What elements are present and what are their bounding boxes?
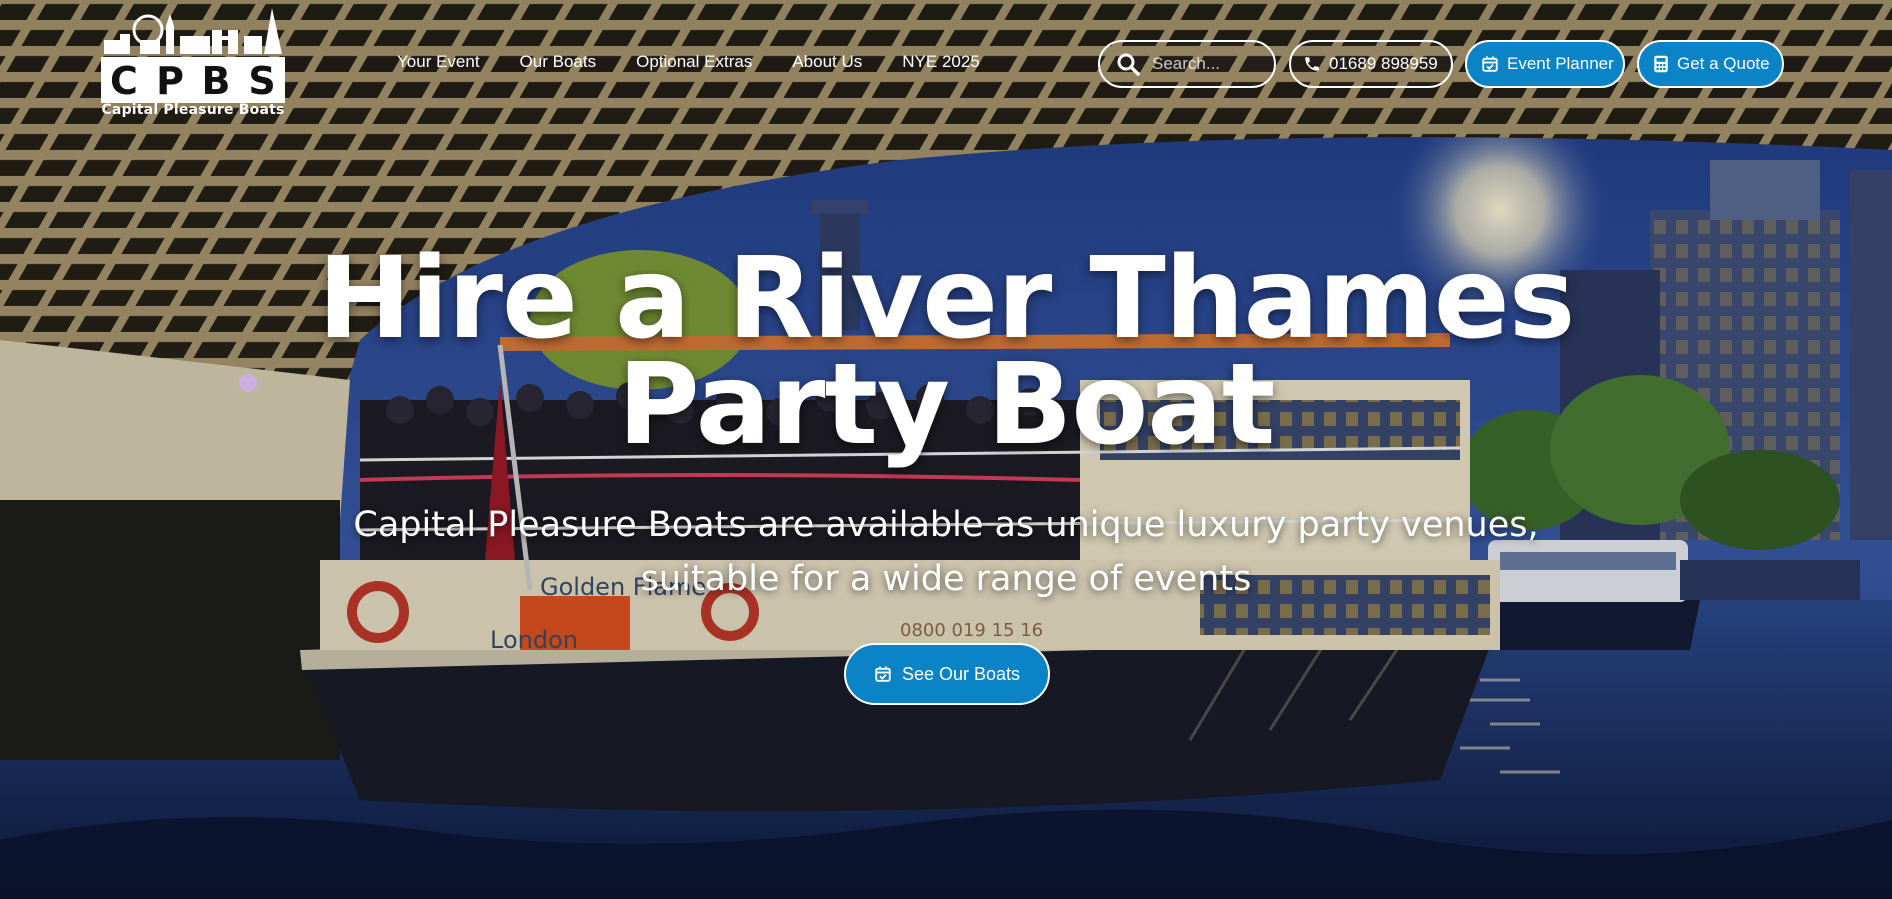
calculator-icon [1654,55,1668,73]
search-input[interactable] [1150,53,1264,75]
nav-item-our-boats[interactable]: Our Boats [520,52,597,72]
nav-item-nye-2025[interactable]: NYE 2025 [902,52,980,72]
logo-letter: C [110,59,138,103]
get-a-quote-label: Get a Quote [1677,54,1770,73]
hero-subtitle-line-2: suitable for a wide range of events [640,559,1252,599]
event-planner-label: Event Planner [1507,54,1614,73]
see-our-boats-label: See Our Boats [901,663,1021,684]
hero-headline-line-1: Hire a River Thames [317,234,1576,364]
logo-letter: P [156,59,184,103]
nav-item-optional-extras[interactable]: Optional Extras [636,52,752,72]
hero-headline-line-2: Party Boat [617,340,1276,470]
search-box[interactable] [1098,40,1276,88]
hero-section: Golden Flame London 0800 019 15 16 C P B… [0,0,1892,899]
search-icon [1117,53,1140,76]
main-nav: Your Event Our Boats Optional Extras Abo… [397,52,980,72]
hero-subtitle-line-1: Capital Pleasure Boats are available as … [353,505,1539,545]
site-logo[interactable]: C P B S Capital Pleasure Boats [100,6,286,128]
see-our-boats-button[interactable]: See Our Boats [844,643,1050,705]
phone-button[interactable]: 01689 898959 [1289,40,1453,88]
nav-item-your-event[interactable]: Your Event [397,52,480,72]
hero-subtitle: Capital Pleasure Boats are available as … [0,498,1892,606]
logo-letter: B [202,59,231,103]
logo-letter: S [248,59,275,103]
logo-skyline-icon: C P B S [101,8,285,103]
calendar-check-icon [1482,56,1498,72]
logo-wordmark: Capital Pleasure Boats [101,102,285,118]
hero-headline: Hire a River Thames Party Boat [0,234,1892,470]
nav-item-about-us[interactable]: About Us [792,52,862,72]
phone-icon [1305,57,1319,71]
event-planner-button[interactable]: Event Planner [1465,40,1625,88]
get-a-quote-button[interactable]: Get a Quote [1637,40,1784,88]
phone-number: 01689 898959 [1329,54,1438,73]
calendar-check-icon [875,666,891,682]
